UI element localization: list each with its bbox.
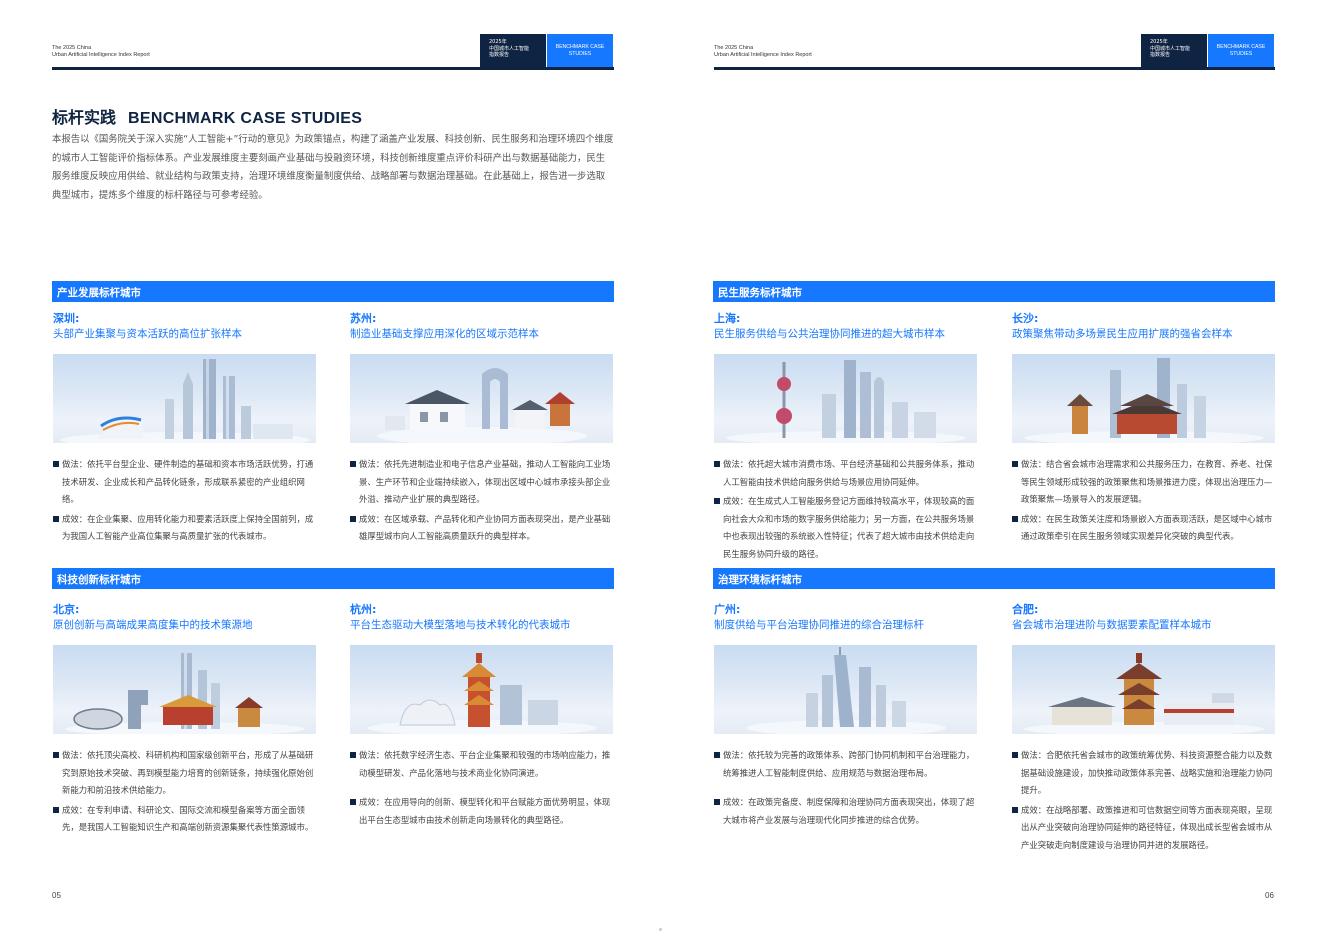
page-left: The 2025 China Urban Artificial Intellig… [0,0,661,936]
result-bullet: 成效：在专利申请、科研论文、国际交流和模型备案等方面全面领先，是我国人工智能知识… [53,802,321,837]
city-skyline-image [53,645,316,734]
section-bar-governance: 治理环境标杆城市 [713,568,1275,589]
page-header: The 2025 China Urban Artificial Intellig… [52,34,614,70]
page-title: 标杆实践 BENCHMARK CASE STUDIES [52,108,363,127]
city-subtitle: 政策聚焦带动多场景民生应用扩展的强省会样本 [1012,328,1233,340]
section-bar-livelihood: 民生服务标杆城市 [713,281,1275,302]
city-card-changsha: 长沙: 政策聚焦带动多场景民生应用扩展的强省会样本 做法：结合省会城市治理需求和… [1012,312,1280,548]
approach-bullet: 做法：依托超大城市消费市场、平台经济基础和公共服务体系，推动人工智能由技术供给向… [714,456,982,491]
approach-bullet: 做法：依托平台型企业、硬件制造的基础和资本市场活跃优势，打通技术研发、企业成长和… [53,456,321,509]
city-card-suzhou: 苏州: 制造业基础支撑应用深化的区域示范样本 做法：依托先进制造业和电子信息产业… [350,312,618,548]
shenzhen-skyline-illustration [60,359,310,443]
city-name: 苏州: [350,312,377,325]
city-skyline-image [714,645,977,734]
result-bullet: 成效：在生成式人工智能服务登记方面维持较高水平，体现较高的面向社会大众和市场的数… [714,493,982,563]
guangzhou-skyline-illustration [746,647,946,734]
page-number: 05 [52,891,61,900]
city-skyline-image [1012,645,1275,734]
city-subtitle: 头部产业集聚与资本活跃的高位扩张样本 [53,328,242,340]
beijing-skyline-illustration [65,653,305,734]
city-card-guangzhou: 广州: 制度供给与平台治理协同推进的综合治理标杆 做法：依托较为完善的政策体系、… [714,603,982,831]
approach-bullet: 做法：合肥依托省会城市的政策统筹优势、科技资源整合能力以及数据基础设施建设，加快… [1012,747,1280,800]
page-header: The 2025 China Urban Artificial Intellig… [714,34,1275,70]
intro-paragraph: 本报告以《国务院关于深入实施“人工智能+”行动的意见》为政策锚点，构建了涵盖产业… [52,134,614,201]
page-right: The 2025 China Urban Artificial Intellig… [662,0,1323,936]
city-skyline-image [350,645,613,734]
suzhou-skyline-illustration [377,368,587,443]
city-subtitle: 原创创新与高端成果高度集中的技术策源地 [53,619,253,631]
city-name: 深圳: [53,312,80,325]
page-number: 06 [1265,891,1274,900]
changsha-skyline-illustration [1024,358,1264,443]
report-badge-cn: 2025年 中国城市人工智能 指数报告 [480,34,546,67]
result-bullet: 成效：在企业集聚、应用转化能力和要素活跃度上保持全国前列，成为我国人工智能产业高… [53,511,321,546]
result-bullet: 成效：在区域承载、产品转化和产业协同方面表现突出，是产业基础雄厚型城市向人工智能… [350,511,618,546]
city-card-beijing: 北京: 原创创新与高端成果高度集中的技术策源地 做法：依托顶尖高校、科研机构和国… [53,603,321,839]
result-bullet: 成效：在战略部署、政策推进和可信数据空间等方面表现亮眼，呈现出从产业突破向治理协… [1012,802,1280,855]
shanghai-skyline-illustration [726,360,966,443]
city-skyline-image [53,354,316,443]
city-subtitle: 省会城市治理进阶与数据要素配置样本城市 [1012,619,1212,631]
report-title-en: The 2025 China Urban Artificial Intellig… [714,45,812,58]
approach-bullet: 做法：依托较为完善的政策体系、跨部门协同机制和平台治理能力，统筹推进人工智能制度… [714,747,982,782]
city-skyline-image [1012,354,1275,443]
spread-center-dot [659,928,662,931]
city-name: 广州: [714,603,741,616]
city-name: 北京: [53,603,80,616]
approach-bullet: 做法：依托数字经济生态、平台企业集聚和较强的市场响应能力，推动模型研发、产品化落… [350,747,618,782]
report-title-en: The 2025 China Urban Artificial Intellig… [52,45,150,58]
city-skyline-image [714,354,977,443]
city-name: 上海: [714,312,741,325]
header-rule [52,67,614,70]
approach-bullet: 做法：依托先进制造业和电子信息产业基础，推动人工智能向工业场景、生产环节和企业端… [350,456,618,509]
city-subtitle: 制造业基础支撑应用深化的区域示范样本 [350,328,539,340]
section-bar-industry: 产业发展标杆城市 [52,281,614,302]
city-card-shanghai: 上海: 民生服务供给与公共治理协同推进的超大城市样本 做法：依托超大城市消费市场… [714,312,982,565]
result-bullet: 成效：在民生政策关注度和场景嵌入方面表现活跃，是区域中心城市通过政策牵引在民生服… [1012,511,1280,546]
city-name: 杭州: [350,603,377,616]
city-skyline-image [350,354,613,443]
city-name: 合肥: [1012,603,1039,616]
result-bullet: 成效：在应用导向的创新、模型转化和平台赋能方面优势明显，体现出平台生态型城市由技… [350,794,618,829]
city-name: 长沙: [1012,312,1039,325]
city-subtitle: 平台生态驱动大模型落地与技术转化的代表城市 [350,619,571,631]
section-badge-en: BENCHMARK CASE STUDIES [547,34,613,67]
header-rule [714,67,1275,70]
section-badge-en: BENCHMARK CASE STUDIES [1208,34,1274,67]
approach-bullet: 做法：结合省会城市治理需求和公共服务压力，在教育、养老、社保等民生领域形成较强的… [1012,456,1280,509]
city-subtitle: 民生服务供给与公共治理协同推进的超大城市样本 [714,328,945,340]
section-bar-tech: 科技创新标杆城市 [52,568,614,589]
city-card-hangzhou: 杭州: 平台生态驱动大模型落地与技术转化的代表城市 做法：依托数字经济生态、平台… [350,603,618,831]
city-subtitle: 制度供给与平台治理协同推进的综合治理标杆 [714,619,924,631]
hangzhou-skyline-illustration [367,653,597,734]
result-bullet: 成效：在政策完备度、制度保障和治理协同方面表现突出，体现了超大城市将产业发展与治… [714,794,982,829]
report-badge-cn: 2025年 中国城市人工智能 指数报告 [1141,34,1207,67]
approach-bullet: 做法：依托顶尖高校、科研机构和国家级创新平台，形成了从基础研究到原始技术突破、再… [53,747,321,800]
city-card-shenzhen: 深圳: 头部产业集聚与资本活跃的高位扩张样本 做法：依托平台型企业、硬件制造的基… [53,312,321,548]
hefei-skyline-illustration [1024,653,1264,734]
city-card-hefei: 合肥: 省会城市治理进阶与数据要素配置样本城市 做法：合肥依托省会城市的政策统筹… [1012,603,1280,856]
